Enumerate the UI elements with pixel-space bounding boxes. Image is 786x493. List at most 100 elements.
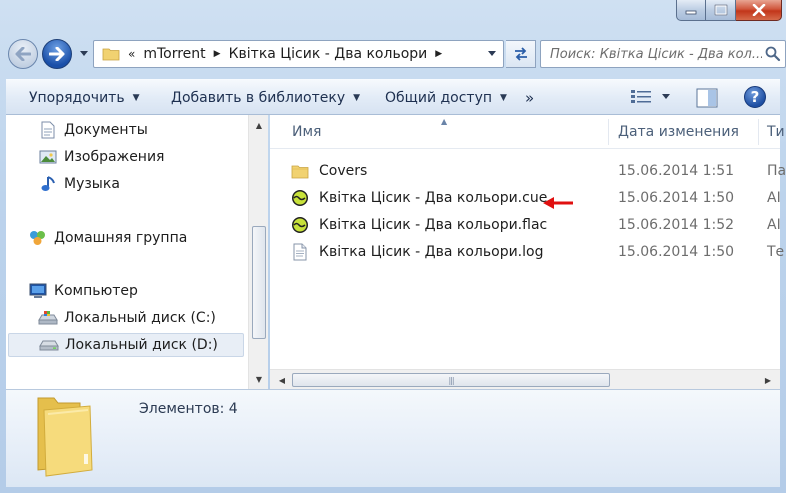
preview-pane-icon[interactable] xyxy=(696,88,718,108)
refresh-icon xyxy=(514,47,527,61)
file-date: 15.06.2014 1:52 xyxy=(618,217,735,233)
details-view-icon xyxy=(631,90,651,103)
maximize-icon xyxy=(714,4,727,16)
sidebar-item-label: Локальный диск (D:) xyxy=(65,337,218,353)
view-options-button[interactable] xyxy=(630,88,672,106)
column-divider[interactable] xyxy=(758,119,759,145)
drive-c-icon xyxy=(38,309,58,327)
file-type: AI xyxy=(767,217,781,233)
command-bar: Упорядочить ▼ Добавить в библиотеку ▼ Общи… xyxy=(6,79,780,115)
sidebar-item-pictures[interactable]: Изображения xyxy=(38,145,164,169)
file-name: Covers xyxy=(319,163,368,179)
file-date: 15.06.2014 1:50 xyxy=(618,244,735,260)
sidebar-item-label: Музыка xyxy=(64,176,120,192)
sort-ascending-icon: ▲ xyxy=(441,117,448,126)
share-label: Общий доступ xyxy=(385,90,493,106)
recent-pages-dropdown[interactable] xyxy=(78,47,90,61)
file-row[interactable]: Квітка Цісик - Два кольори.log 15.06.201… xyxy=(290,239,784,265)
red-arrow-icon xyxy=(543,197,573,209)
chevron-down-icon: ▼ xyxy=(353,93,361,103)
sidebar-item-music[interactable]: Музыка xyxy=(38,172,120,196)
column-name[interactable]: Имя xyxy=(292,115,321,149)
item-count: Элементов: 4 xyxy=(139,401,238,417)
navigation-bar: « mTorrent ▶ Квітка Цісик - Два кольори … xyxy=(6,37,786,73)
pictures-icon xyxy=(38,148,58,166)
address-history-dropdown[interactable] xyxy=(481,41,503,67)
file-list-scrollbar[interactable]: ◀ ||| ▶ xyxy=(270,369,780,389)
maximize-button[interactable] xyxy=(706,0,736,21)
file-row[interactable]: Квітка Цісик - Два кольори.flac 15.06.20… xyxy=(290,212,781,238)
aimp-icon xyxy=(290,215,310,235)
file-name: Квітка Цісик - Два кольори.flac xyxy=(319,217,548,233)
minimize-button[interactable] xyxy=(676,0,706,21)
scroll-left-icon[interactable]: ◀ xyxy=(272,370,292,390)
forward-button[interactable] xyxy=(42,39,72,69)
explorer-window: « mTorrent ▶ Квітка Цісик - Два кольори … xyxy=(0,0,786,493)
text-file-icon xyxy=(290,242,310,262)
breadcrumb-item-mtorrent[interactable]: mTorrent xyxy=(143,46,205,62)
breadcrumb-overflow[interactable]: « xyxy=(128,47,135,61)
chevron-down-icon xyxy=(488,51,496,56)
window-controls xyxy=(676,0,782,27)
homegroup-icon xyxy=(28,229,48,247)
chevron-down-icon: ▼ xyxy=(500,93,507,103)
file-row[interactable]: Квітка Цісик - Два кольори.cue 15.06.201… xyxy=(290,185,781,211)
help-icon[interactable]: ? xyxy=(744,86,766,108)
sidebar-item-label: Документы xyxy=(64,122,148,138)
arrow-left-icon xyxy=(15,47,31,61)
back-button[interactable] xyxy=(8,39,38,69)
column-divider[interactable] xyxy=(608,119,609,145)
refresh-button[interactable] xyxy=(506,40,536,68)
sidebar-item-computer[interactable]: Компьютер xyxy=(28,279,138,303)
column-type[interactable]: Ти xyxy=(767,115,785,149)
sidebar-item-label: Изображения xyxy=(64,149,165,165)
more-commands-label: » xyxy=(525,89,535,107)
file-type: Те xyxy=(767,244,785,260)
scroll-up-icon[interactable]: ▲ xyxy=(249,117,269,133)
more-commands-button[interactable]: » xyxy=(525,80,534,116)
search-input[interactable] xyxy=(550,46,762,62)
music-icon xyxy=(38,175,58,193)
scroll-right-icon[interactable]: ▶ xyxy=(758,370,778,390)
file-date: 15.06.2014 1:50 xyxy=(618,190,735,206)
address-bar[interactable]: « mTorrent ▶ Квітка Цісик - Два кольори … xyxy=(93,40,504,68)
column-header: ▲ Имя Дата изменения Ти xyxy=(270,115,785,149)
file-type: AI xyxy=(767,190,781,206)
folder-icon xyxy=(102,48,120,61)
close-icon xyxy=(752,4,765,16)
search-box[interactable] xyxy=(540,40,786,68)
sidebar-item-homegroup[interactable]: Домашняя группа xyxy=(28,226,187,250)
scrollbar-thumb[interactable]: ||| xyxy=(292,373,610,387)
sidebar-item-label: Домашняя группа xyxy=(54,230,188,246)
file-type: Па xyxy=(767,163,786,179)
chevron-down-icon: ▼ xyxy=(132,93,140,103)
breadcrumb-separator-icon[interactable]: ▶ xyxy=(435,49,442,59)
scroll-down-icon[interactable]: ▼ xyxy=(249,371,269,387)
documents-icon xyxy=(38,121,58,139)
large-folder-icon xyxy=(37,397,93,477)
organize-label: Упорядочить xyxy=(29,90,125,106)
file-row[interactable]: Covers 15.06.2014 1:51 Па xyxy=(290,158,786,184)
column-date[interactable]: Дата изменения xyxy=(618,115,739,149)
details-pane: Элементов: 4 xyxy=(6,389,780,487)
breadcrumb-separator-icon[interactable]: ▶ xyxy=(214,49,221,59)
breadcrumb-item-current[interactable]: Квітка Цісик - Два кольори xyxy=(229,46,428,62)
sidebar-item-label: Компьютер xyxy=(54,283,138,299)
chevron-down-icon xyxy=(80,51,88,56)
file-list-pane: ▲ Имя Дата изменения Ти Covers 15.06.201… xyxy=(270,115,786,389)
organize-menu[interactable]: Упорядочить ▼ xyxy=(29,80,140,116)
sidebar-item-documents[interactable]: Документы xyxy=(38,118,148,142)
drive-d-icon xyxy=(39,336,59,354)
sidebar-scrollbar[interactable]: ▲ ▼ xyxy=(248,115,268,389)
sidebar-item-drive-c[interactable]: Локальный диск (C:) xyxy=(38,306,216,330)
file-name: Квітка Цісик - Два кольори.log xyxy=(319,244,544,260)
add-to-library-menu[interactable]: Добавить в библиотеку ▼ xyxy=(171,80,360,116)
arrow-right-icon xyxy=(49,47,65,61)
navigation-pane: Документы Изображения Музыка Домашняя гр… xyxy=(6,115,268,389)
share-menu[interactable]: Общий доступ ▼ xyxy=(385,80,507,116)
scrollbar-thumb[interactable] xyxy=(252,226,266,339)
sidebar-item-drive-d[interactable]: Локальный диск (D:) xyxy=(8,333,244,357)
search-icon[interactable] xyxy=(765,46,781,62)
close-button[interactable] xyxy=(736,0,782,21)
chevron-down-icon xyxy=(662,94,670,99)
